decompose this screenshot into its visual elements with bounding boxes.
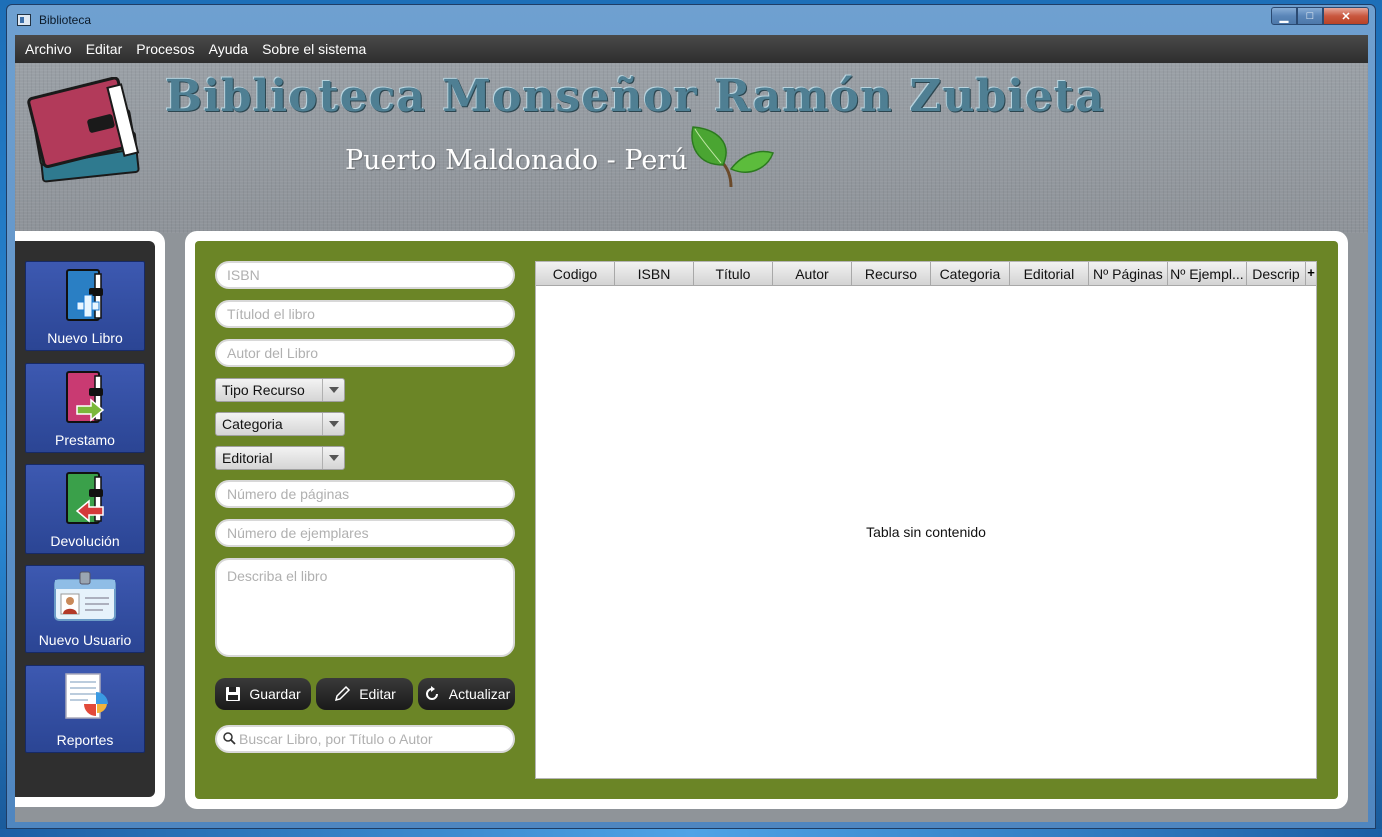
sidebar-frame: Nuevo Libro Prestamo Devolución Nuevo Us… bbox=[15, 231, 165, 807]
window-title: Biblioteca bbox=[39, 13, 92, 27]
header-banner: Biblioteca Monseñor Ramón Zubieta Puerto… bbox=[15, 63, 1368, 233]
chevron-down-icon bbox=[322, 413, 344, 435]
refresh-icon bbox=[425, 686, 438, 700]
column-header-descripcion[interactable]: Descrip bbox=[1247, 262, 1307, 286]
app-window: Biblioteca ▁ □ ✕ Archivo Editar Procesos… bbox=[6, 4, 1376, 829]
description-field[interactable]: Describa el libro bbox=[215, 558, 515, 657]
sidebar-item-label: Prestamo bbox=[55, 432, 115, 448]
leaf-icon bbox=[691, 126, 774, 188]
client-area: Archivo Editar Procesos Ayuda Sobre el s… bbox=[15, 35, 1368, 822]
title-field[interactable]: Títulod el libro bbox=[215, 300, 515, 328]
book-add-icon bbox=[66, 269, 103, 321]
sidebar-item-label: Nuevo Usuario bbox=[38, 632, 132, 648]
book-lend-icon bbox=[66, 371, 105, 423]
books-table[interactable]: Codigo ISBN Título Autor Recurso Categor… bbox=[535, 261, 1317, 779]
copies-field[interactable]: Número de ejemplares bbox=[215, 519, 515, 547]
floppy-disk-icon bbox=[226, 687, 241, 701]
subtitle: Puerto Maldonado - Perú bbox=[345, 145, 688, 176]
column-header-categoria[interactable]: Categoria bbox=[931, 262, 1010, 286]
refresh-label: Actualizar bbox=[448, 686, 511, 702]
chevron-down-icon bbox=[322, 447, 344, 469]
user-card-icon bbox=[54, 571, 116, 621]
categoria-select[interactable]: Categoria bbox=[215, 412, 345, 436]
search-placeholder: Buscar Libro, por Título o Autor bbox=[239, 731, 433, 747]
table-empty-message: Tabla sin contenido bbox=[866, 524, 986, 540]
menu-bar: Archivo Editar Procesos Ayuda Sobre el s… bbox=[15, 35, 1368, 63]
column-header-autor[interactable]: Autor bbox=[773, 262, 852, 286]
column-header-ejemplares[interactable]: Nº Ejempl... bbox=[1168, 262, 1247, 286]
sidebar-item-label: Reportes bbox=[56, 732, 114, 748]
title-bar[interactable]: Biblioteca ▁ □ ✕ bbox=[7, 5, 1375, 35]
menu-ayuda[interactable]: Ayuda bbox=[209, 41, 248, 57]
search-icon bbox=[223, 732, 236, 745]
main-title: Biblioteca Monseñor Ramón Zubieta bbox=[165, 71, 1105, 122]
column-header-editorial[interactable]: Editorial bbox=[1010, 262, 1089, 286]
column-header-isbn[interactable]: ISBN bbox=[615, 262, 694, 286]
report-icon bbox=[65, 673, 108, 719]
categoria-value: Categoria bbox=[222, 416, 283, 432]
sidebar-item-label: Devolución bbox=[50, 533, 120, 549]
sidebar-item-prestamo[interactable]: Prestamo bbox=[25, 363, 145, 453]
minimize-button[interactable]: ▁ bbox=[1271, 7, 1297, 25]
chevron-down-icon bbox=[322, 379, 344, 401]
menu-editar[interactable]: Editar bbox=[86, 41, 123, 57]
books-logo-icon bbox=[27, 77, 140, 183]
close-button[interactable]: ✕ bbox=[1323, 7, 1369, 25]
sidebar-item-devolucion[interactable]: Devolución bbox=[25, 464, 145, 554]
pencil-icon bbox=[335, 685, 351, 702]
book-form-panel: ISBN Títulod el libro Autor del Libro Ti… bbox=[195, 241, 1338, 799]
editorial-select[interactable]: Editorial bbox=[215, 446, 345, 470]
author-field[interactable]: Autor del Libro bbox=[215, 339, 515, 367]
sidebar-item-nuevo-usuario[interactable]: Nuevo Usuario bbox=[25, 565, 145, 653]
add-column-button[interactable]: + bbox=[1306, 262, 1316, 286]
tipo-recurso-value: Tipo Recurso bbox=[222, 382, 305, 398]
editorial-value: Editorial bbox=[222, 450, 273, 466]
column-header-titulo[interactable]: Título bbox=[694, 262, 773, 286]
maximize-button[interactable]: □ bbox=[1297, 7, 1323, 25]
isbn-field[interactable]: ISBN bbox=[215, 261, 515, 289]
book-return-icon bbox=[66, 472, 104, 524]
menu-archivo[interactable]: Archivo bbox=[25, 41, 72, 57]
sidebar-item-nuevo-libro[interactable]: Nuevo Libro bbox=[25, 261, 145, 351]
sidebar: Nuevo Libro Prestamo Devolución Nuevo Us… bbox=[15, 241, 155, 797]
window-controls: ▁ □ ✕ bbox=[1271, 7, 1369, 25]
edit-label: Editar bbox=[359, 686, 396, 702]
desktop-taskbar-edge bbox=[0, 829, 1382, 837]
column-header-codigo[interactable]: Codigo bbox=[536, 262, 615, 286]
pages-field[interactable]: Número de páginas bbox=[215, 480, 515, 508]
app-icon bbox=[17, 14, 31, 26]
sidebar-item-reportes[interactable]: Reportes bbox=[25, 665, 145, 753]
column-header-paginas[interactable]: Nº Páginas bbox=[1089, 262, 1168, 286]
refresh-button[interactable]: Actualizar bbox=[418, 678, 515, 710]
menu-procesos[interactable]: Procesos bbox=[136, 41, 194, 57]
edit-button[interactable]: Editar bbox=[316, 678, 413, 710]
tipo-recurso-select[interactable]: Tipo Recurso bbox=[215, 378, 345, 402]
save-button[interactable]: Guardar bbox=[215, 678, 311, 710]
save-label: Guardar bbox=[249, 686, 301, 702]
search-input[interactable]: Buscar Libro, por Título o Autor bbox=[215, 725, 515, 753]
sidebar-item-label: Nuevo Libro bbox=[47, 330, 123, 346]
column-header-recurso[interactable]: Recurso bbox=[852, 262, 931, 286]
table-header: Codigo ISBN Título Autor Recurso Categor… bbox=[536, 262, 1316, 286]
menu-sobre-el-sistema[interactable]: Sobre el sistema bbox=[262, 41, 366, 57]
main-frame: ISBN Títulod el libro Autor del Libro Ti… bbox=[185, 231, 1348, 809]
